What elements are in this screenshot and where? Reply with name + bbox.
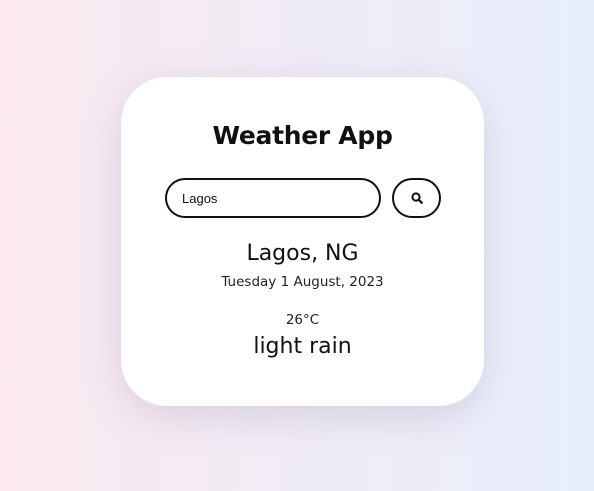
search-button[interactable]: [392, 178, 441, 218]
app-title: Weather App: [212, 121, 393, 150]
condition-label: light rain: [253, 334, 352, 359]
search-input[interactable]: [165, 178, 381, 218]
weather-card: Weather App Lagos, NG Tuesday 1 August, …: [121, 77, 484, 406]
search-icon: [410, 192, 423, 204]
temperature-label: 26°C: [285, 312, 320, 328]
location-label: Lagos, NG: [246, 241, 359, 266]
date-label: Tuesday 1 August, 2023: [221, 274, 384, 290]
